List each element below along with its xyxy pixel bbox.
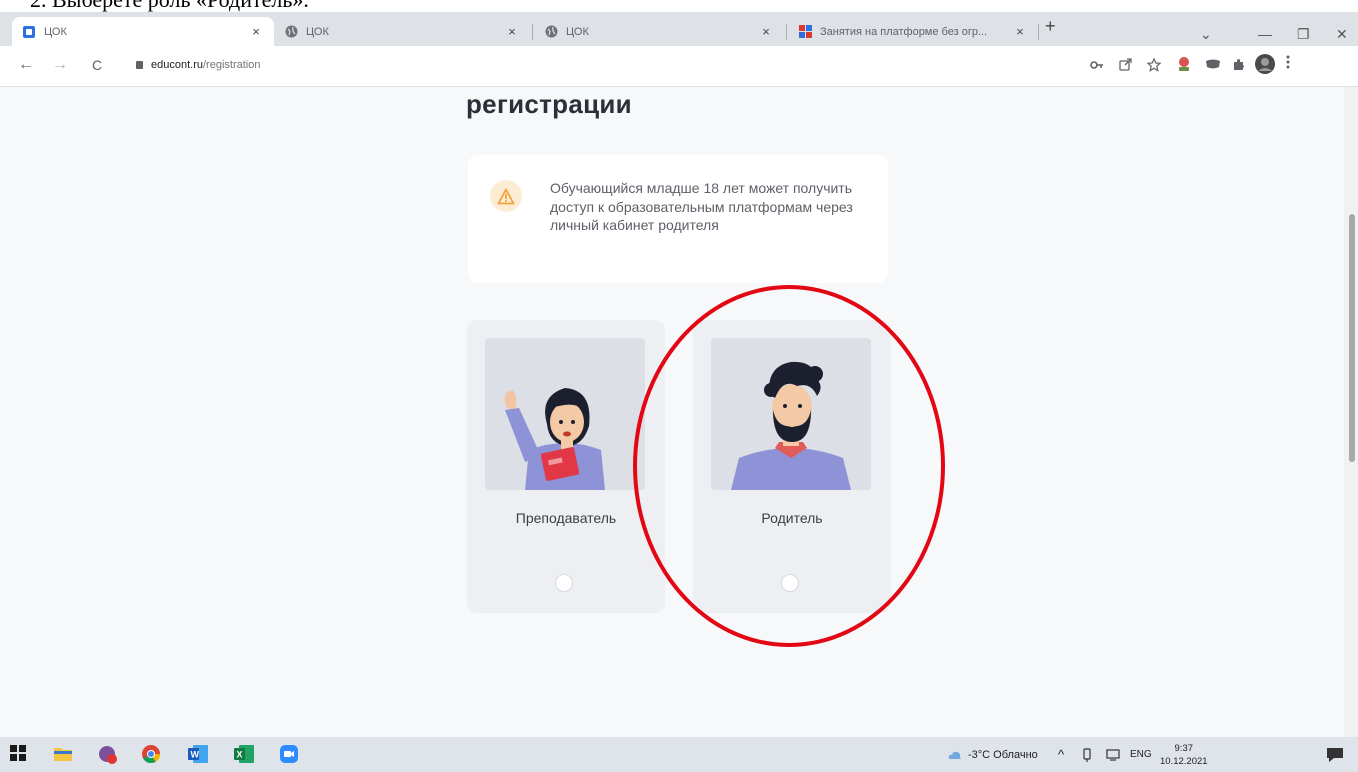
- globe-icon: [544, 25, 558, 39]
- highlight-ellipse-annotation: [633, 285, 945, 647]
- globe-icon: [284, 25, 298, 39]
- restore-button[interactable]: ❐: [1297, 26, 1310, 43]
- extension-vpn-icon[interactable]: [1205, 58, 1221, 73]
- clock-time: 9:37: [1174, 742, 1194, 754]
- reload-button[interactable]: C: [92, 57, 102, 73]
- tab-title: ЦОК: [306, 25, 329, 38]
- document-caption-text: 2. Выберете роль «Родитель».: [30, 0, 309, 12]
- pen-tray-icon[interactable]: [1082, 737, 1092, 772]
- language-indicator[interactable]: ENG: [1130, 737, 1152, 772]
- tab-close-icon[interactable]: ×: [758, 24, 774, 39]
- svg-text:X: X: [237, 750, 243, 760]
- age-notice-card: Обучающийся младше 18 лет может получить…: [468, 155, 888, 283]
- age-notice-text: Обучающийся младше 18 лет может получить…: [550, 180, 853, 233]
- tab-separator: [532, 24, 533, 40]
- profile-avatar-icon[interactable]: [1255, 54, 1275, 77]
- network-icon[interactable]: [1106, 737, 1120, 772]
- file-explorer-icon[interactable]: [54, 745, 72, 763]
- extensions-puzzle-icon[interactable]: [1232, 58, 1246, 75]
- url-host: educont.ru: [151, 59, 203, 71]
- back-button[interactable]: ←: [18, 56, 34, 74]
- extension-stamp-icon[interactable]: [1175, 55, 1193, 76]
- role-radio-teacher[interactable]: [555, 574, 573, 592]
- platform-favicon-icon: [798, 25, 812, 39]
- tab-tsok-3[interactable]: ЦОК ×: [534, 17, 784, 46]
- minimize-button[interactable]: —: [1258, 26, 1272, 42]
- document-caption: 2. Выберете роль «Родитель».: [0, 0, 1358, 12]
- tsok-favicon-icon: [22, 25, 36, 39]
- tab-tsok-1[interactable]: ЦОК ×: [12, 17, 274, 46]
- bookmark-star-icon[interactable]: [1146, 57, 1162, 75]
- tab-close-icon[interactable]: ×: [504, 24, 520, 39]
- tab-separator: [786, 24, 787, 40]
- share-icon[interactable]: [1119, 58, 1132, 74]
- notifications-icon[interactable]: [1326, 737, 1344, 772]
- tray-overflow-chevron-icon[interactable]: ^: [1058, 737, 1064, 772]
- browser-toolbar: ← → C educont.ru/registration: [0, 46, 1358, 87]
- cloud-icon: [948, 751, 961, 759]
- tab-separator: [1038, 24, 1039, 40]
- clock-date: 10.12.2021: [1160, 755, 1208, 767]
- tab-close-icon[interactable]: ×: [1012, 24, 1028, 39]
- clock[interactable]: 9:37 10.12.2021: [1160, 737, 1208, 772]
- zoom-icon[interactable]: [280, 745, 298, 763]
- svg-text:W: W: [191, 750, 200, 760]
- start-windows-icon[interactable]: [10, 745, 28, 763]
- browser-tab-bar: ЦОК × ЦОК × ЦОК × Занятия на платформе б…: [0, 12, 1358, 46]
- tab-platform-lessons[interactable]: Занятия на платформе без огр... ×: [788, 17, 1038, 46]
- weather-widget[interactable]: -3°C Облачно: [948, 737, 1038, 772]
- windows-taskbar: W X -3°C Облачно ^ ENG 9:37 10.12.2021: [0, 737, 1358, 772]
- role-label-teacher: Преподаватель: [515, 510, 617, 526]
- excel-icon[interactable]: X: [234, 745, 254, 763]
- word-icon[interactable]: W: [188, 745, 208, 763]
- chrome-icon[interactable]: [142, 745, 160, 764]
- teacher-illustration: [485, 338, 645, 490]
- key-icon[interactable]: [1090, 58, 1104, 73]
- tab-search-icon[interactable]: ⌄: [1200, 26, 1212, 43]
- tab-title: ЦОК: [566, 25, 589, 38]
- forward-button[interactable]: →: [52, 56, 68, 74]
- address-bar[interactable]: educont.ru/registration: [136, 52, 1076, 78]
- tab-close-icon[interactable]: ×: [248, 24, 264, 39]
- lock-icon: [136, 61, 143, 69]
- tab-tsok-2[interactable]: ЦОК ×: [274, 17, 530, 46]
- page-title: регистрации: [466, 89, 632, 119]
- page-scrollbar-thumb[interactable]: [1349, 214, 1355, 462]
- close-window-button[interactable]: ✕: [1336, 26, 1348, 43]
- warning-icon: [490, 180, 522, 212]
- viber-icon[interactable]: [98, 745, 117, 764]
- new-tab-button[interactable]: +: [1045, 16, 1056, 37]
- tab-title: Занятия на платформе без огр...: [820, 25, 988, 38]
- url-path: /registration: [202, 59, 261, 71]
- menu-kebab-icon[interactable]: [1286, 55, 1290, 73]
- tab-title: ЦОК: [44, 25, 67, 38]
- weather-text: -3°C Облачно: [968, 748, 1038, 761]
